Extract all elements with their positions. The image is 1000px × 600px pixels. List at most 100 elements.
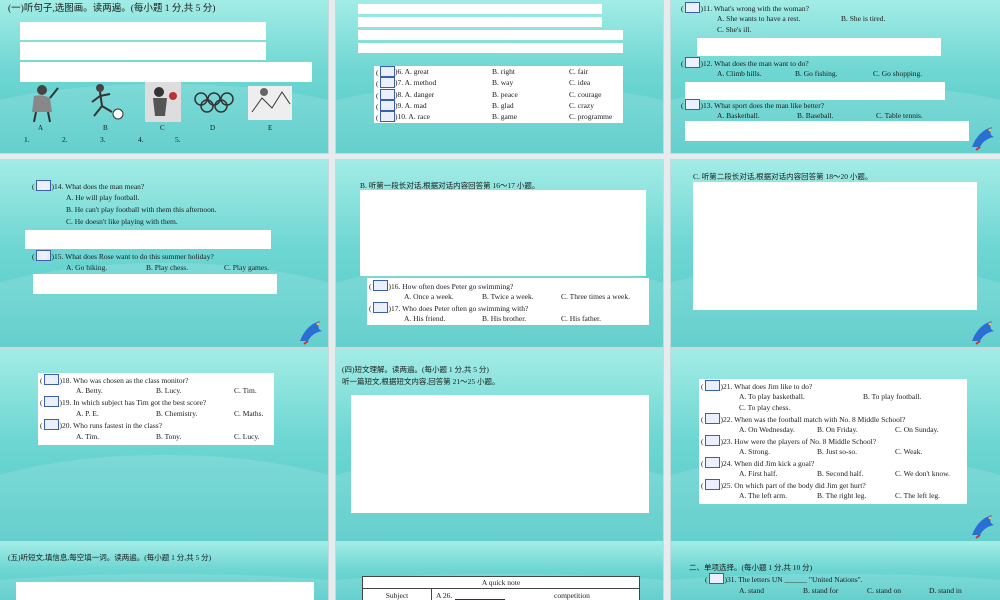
answer-2: 2. xyxy=(62,135,68,144)
question-box: ()21. What does Jim like to do? A. To pl… xyxy=(699,379,967,504)
blank-box xyxy=(358,4,602,14)
answer-bracket[interactable] xyxy=(708,573,724,584)
answer-bracket[interactable] xyxy=(43,396,59,407)
answer-5: 5. xyxy=(175,135,181,144)
option-row: ()6. A. great B. right C. fair xyxy=(376,66,589,77)
slide-questions-18-20: ()18. Who was chosen as the class monito… xyxy=(0,349,328,541)
option-a: A. The left arm. xyxy=(739,491,787,500)
option-a: A. Strong. xyxy=(739,447,771,456)
option-a: A. On Wednesday. xyxy=(739,425,795,434)
picture-label: E xyxy=(268,124,273,132)
table-title: A quick note xyxy=(362,576,640,589)
option-c: C. Maths. xyxy=(234,409,264,418)
answer-bracket[interactable] xyxy=(704,435,720,446)
picture-c-ping-pong xyxy=(145,82,181,122)
slide-questions-16-17: B. 听第一段长对话,根据对话内容回答第 16～17 小题。 ()16. How… xyxy=(336,160,663,347)
answer-bracket[interactable] xyxy=(35,250,51,261)
answer-3: 3. xyxy=(100,135,106,144)
answer-bracket[interactable] xyxy=(372,280,388,291)
question-14: ()14. What does the man mean? xyxy=(32,180,145,191)
option-b: B. He can't play football with them this… xyxy=(66,205,217,214)
answer-bracket[interactable] xyxy=(379,99,395,111)
option-a: A. Tim. xyxy=(76,432,100,441)
option-a: A. stand xyxy=(739,586,764,595)
options-box: ()6. A. great B. right C. fair ()7. A. met… xyxy=(374,66,623,123)
slide-fill-info: (五)听短文,填信息,每空填一词。读两遍。(每小题 1 分,共 5 分) xyxy=(0,542,328,600)
option-c: C. Tim. xyxy=(234,386,257,395)
option-a: A. Go hiking. xyxy=(66,263,108,272)
blank-box xyxy=(20,22,266,40)
answer-bracket[interactable] xyxy=(684,57,700,68)
answer-bracket[interactable] xyxy=(379,66,395,77)
answer-bracket[interactable] xyxy=(704,380,720,391)
parrot-icon xyxy=(972,321,994,345)
answer-bracket[interactable] xyxy=(684,2,700,13)
answer-bracket[interactable] xyxy=(372,302,388,313)
option-c: C. To play chess. xyxy=(739,403,791,412)
blank-box xyxy=(358,17,602,27)
option-c: C. On Sunday. xyxy=(895,425,939,434)
blank-box xyxy=(685,82,945,100)
table-header: Subject xyxy=(362,588,432,600)
option-c: C. stand on xyxy=(867,586,901,595)
blank-box xyxy=(360,190,646,276)
answer-4: 4. xyxy=(138,135,144,144)
option-c: C. She's ill. xyxy=(717,25,752,34)
option-c: C. He doesn't like playing with them. xyxy=(66,217,178,226)
blank-box xyxy=(358,43,623,53)
blank-box xyxy=(685,121,969,141)
section-header: (四)短文理解。读两遍。(每小题 1 分,共 5 分) xyxy=(342,365,489,374)
parrot-icon xyxy=(972,515,994,539)
option-b: B. She is tired. xyxy=(841,14,886,23)
section-instruction: 听一篇短文,根据短文内容,回答第 21～25 小题。 xyxy=(342,377,500,386)
option-a: A. First half. xyxy=(739,469,778,478)
table-cell: competition xyxy=(550,588,640,600)
blank-box xyxy=(33,274,277,294)
answer-bracket[interactable] xyxy=(704,457,720,468)
blank-box xyxy=(358,30,623,40)
option-a: A. Once a week. xyxy=(404,292,454,301)
section-header: (五)听短文,填信息,每空填一词。读两遍。(每小题 1 分,共 5 分) xyxy=(8,553,212,562)
answer-bracket[interactable] xyxy=(704,479,720,490)
section-header: (一)听句子,选图画。读两遍。(每小题 1 分,共 5 分) xyxy=(8,4,216,14)
slide-questions-14-15: ()14. What does the man mean? A. He will… xyxy=(0,160,328,347)
section-header: C. 听第二段长对话,根据对话内容回答第 18～20 小题。 xyxy=(693,172,873,181)
option-a: A. His friend. xyxy=(404,314,446,323)
option-b: B. Just so-so. xyxy=(817,447,858,456)
option-b: B. Second half. xyxy=(817,469,864,478)
question-19: ()19. In which subject has Tim got the b… xyxy=(40,396,207,407)
picture-e-sketch xyxy=(248,86,292,120)
picture-d-olympic-rings xyxy=(194,92,234,113)
answer-bracket[interactable] xyxy=(43,374,59,385)
answer-blank[interactable] xyxy=(455,590,506,600)
option-c: C. Weak. xyxy=(895,447,923,456)
question-box: ()18. Who was chosen as the class monito… xyxy=(38,373,274,445)
option-a: A. He will play football. xyxy=(66,193,140,202)
answer-bracket[interactable] xyxy=(379,88,395,100)
picture-a-singer xyxy=(32,85,59,122)
answer-bracket[interactable] xyxy=(43,419,59,430)
answer-bracket[interactable] xyxy=(379,77,395,89)
answer-bracket[interactable] xyxy=(684,99,700,110)
option-row: ()8. A. danger B. peace C. courage xyxy=(376,88,602,100)
slide-single-choice: 二、单项选择。(每小题 1 分,共 10 分) ()31. The letter… xyxy=(671,542,1000,600)
picture-label: A xyxy=(38,124,44,132)
slide-questions-21-25: ()21. What does Jim like to do? A. To pl… xyxy=(671,349,1000,541)
option-b: B. Chemistry. xyxy=(156,409,198,418)
answer-bracket[interactable] xyxy=(379,111,395,123)
option-c: C. The left leg. xyxy=(895,491,941,500)
question-box: ()16. How often does Peter go swimming? … xyxy=(367,278,649,325)
picture-b-football xyxy=(91,84,124,120)
option-b: B. His brother. xyxy=(482,314,527,323)
blank-box xyxy=(16,582,314,600)
option-b: B. Twice a week. xyxy=(482,292,534,301)
section-header: 二、单项选择。(每小题 1 分,共 10 分) xyxy=(689,563,813,572)
option-row: ()7. A. method B. way C. idea xyxy=(376,77,591,89)
answer-bracket[interactable] xyxy=(704,413,720,424)
blank-box xyxy=(351,395,649,513)
answer-bracket[interactable] xyxy=(35,180,51,191)
picture-label: C xyxy=(160,124,165,132)
option-c: C. Table tennis. xyxy=(876,111,923,120)
slide-listening-pictures: (一)听句子,选图画。读两遍。(每小题 1 分,共 5 分) A B C D E… xyxy=(0,0,328,153)
option-row: ()9. A. mad B. glad C. crazy xyxy=(376,99,594,111)
